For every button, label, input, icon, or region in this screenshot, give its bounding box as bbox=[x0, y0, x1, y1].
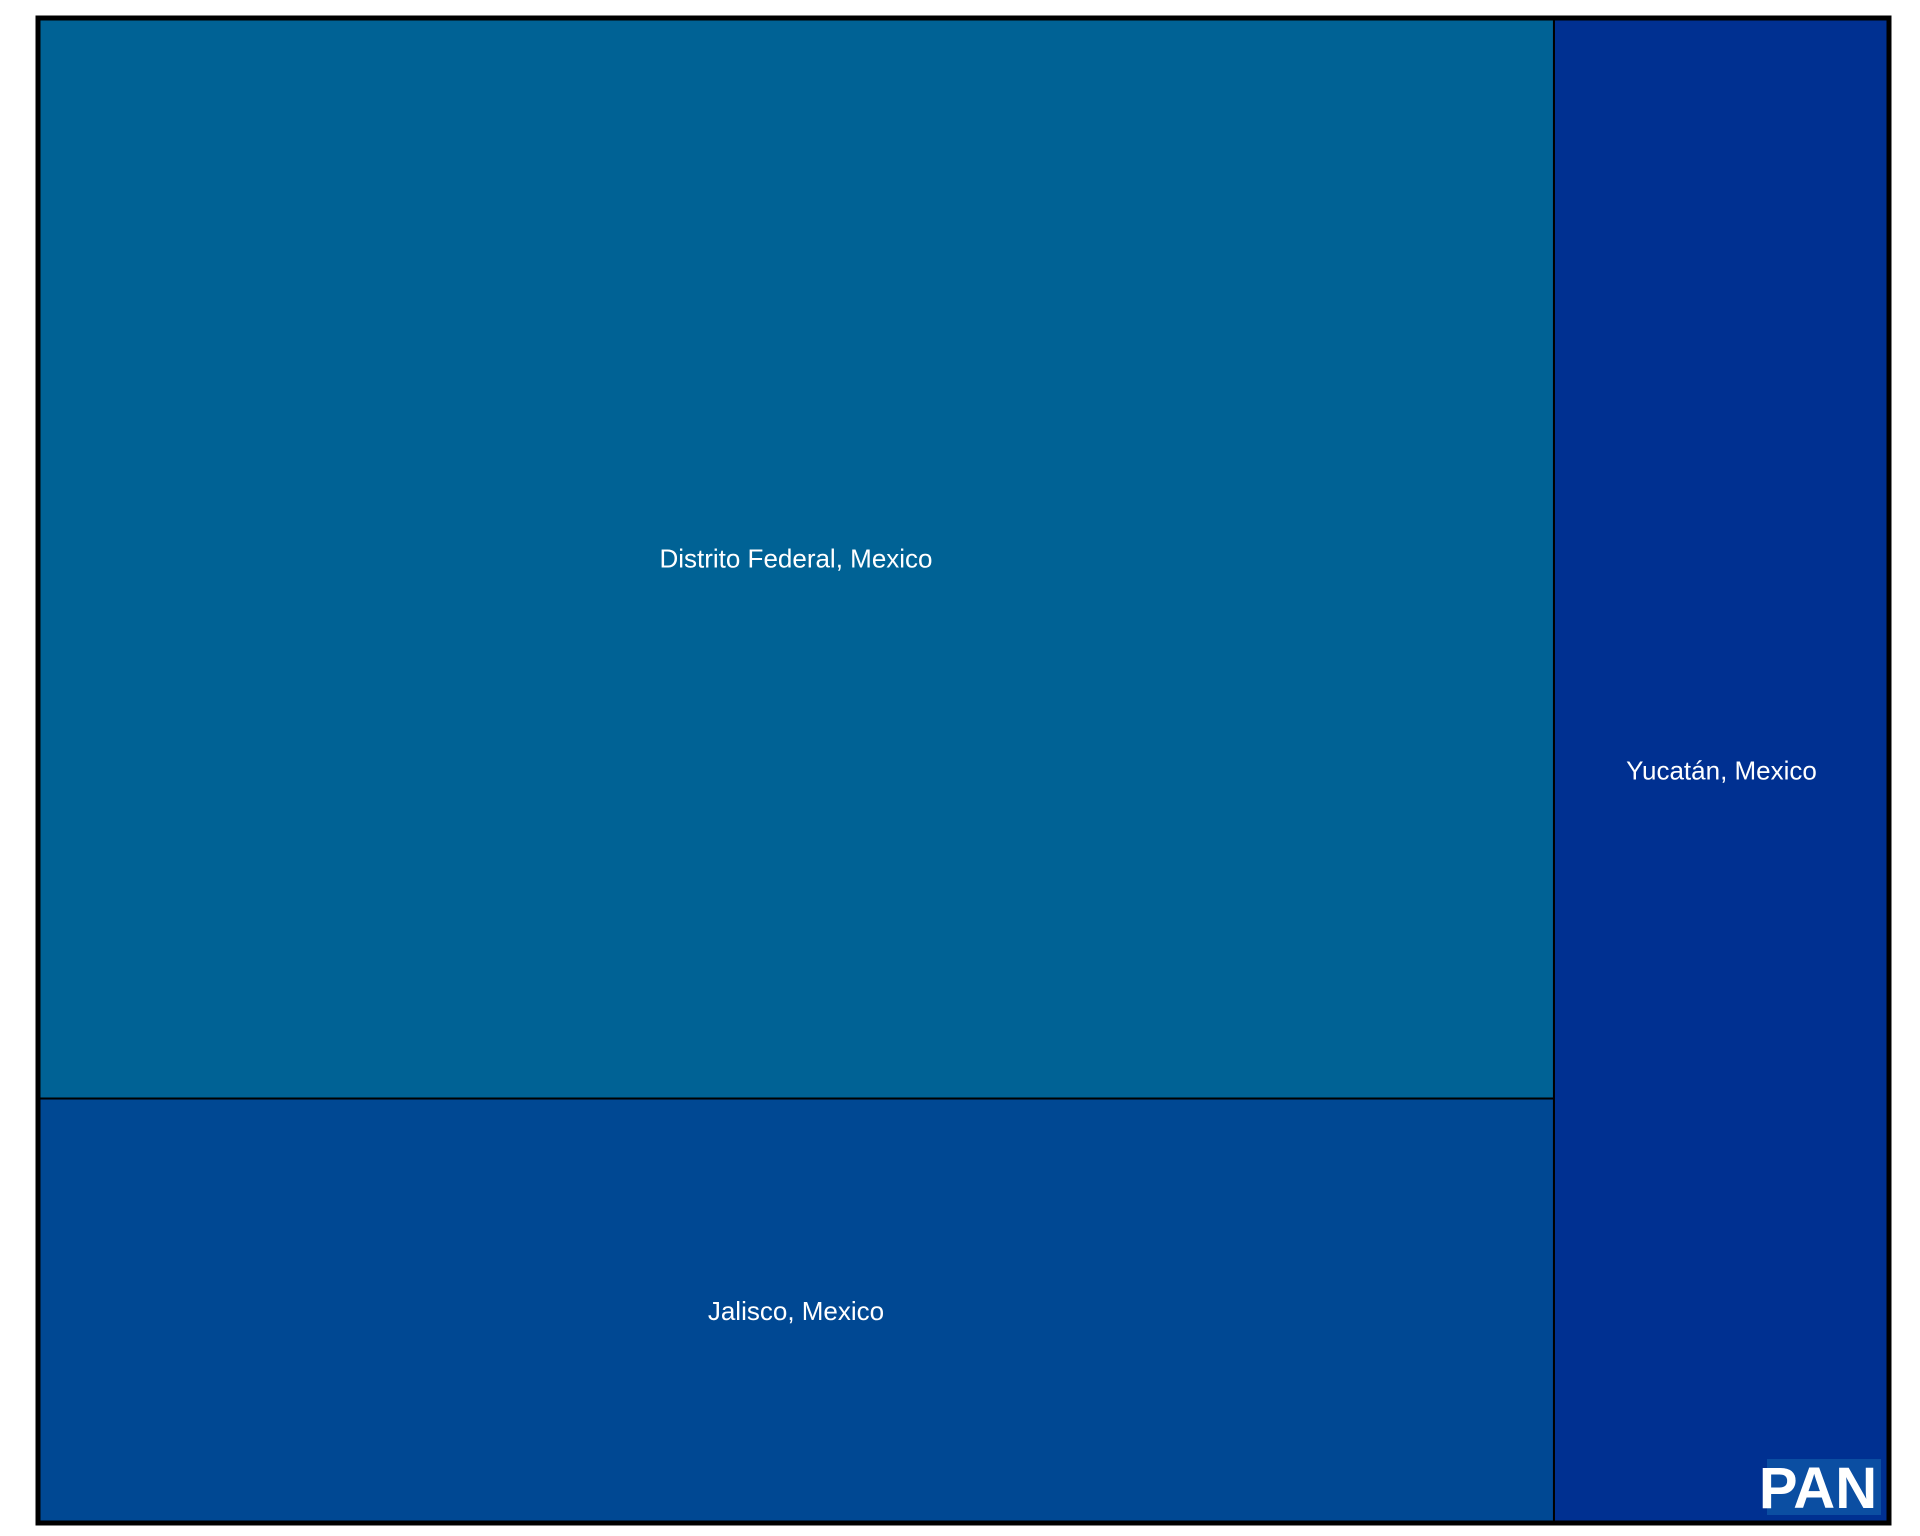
treemap-cells: Distrito Federal, Mexico Jalisco, Mexico Y… bbox=[37, 17, 1890, 1524]
treemap-chart: Distrito Federal, Mexico Jalisco, Mexico Y… bbox=[35, 15, 1892, 1526]
treemap-label-jalisco-mexico: Jalisco, Mexico bbox=[708, 1296, 884, 1326]
party-logo-text: PAN bbox=[1759, 1456, 1877, 1521]
party-logo: PAN bbox=[1759, 1456, 1881, 1521]
treemap-label-yucatan-mexico: Yucatán, Mexico bbox=[1626, 756, 1817, 786]
treemap-label-distrito-federal-mexico: Distrito Federal, Mexico bbox=[659, 543, 932, 573]
